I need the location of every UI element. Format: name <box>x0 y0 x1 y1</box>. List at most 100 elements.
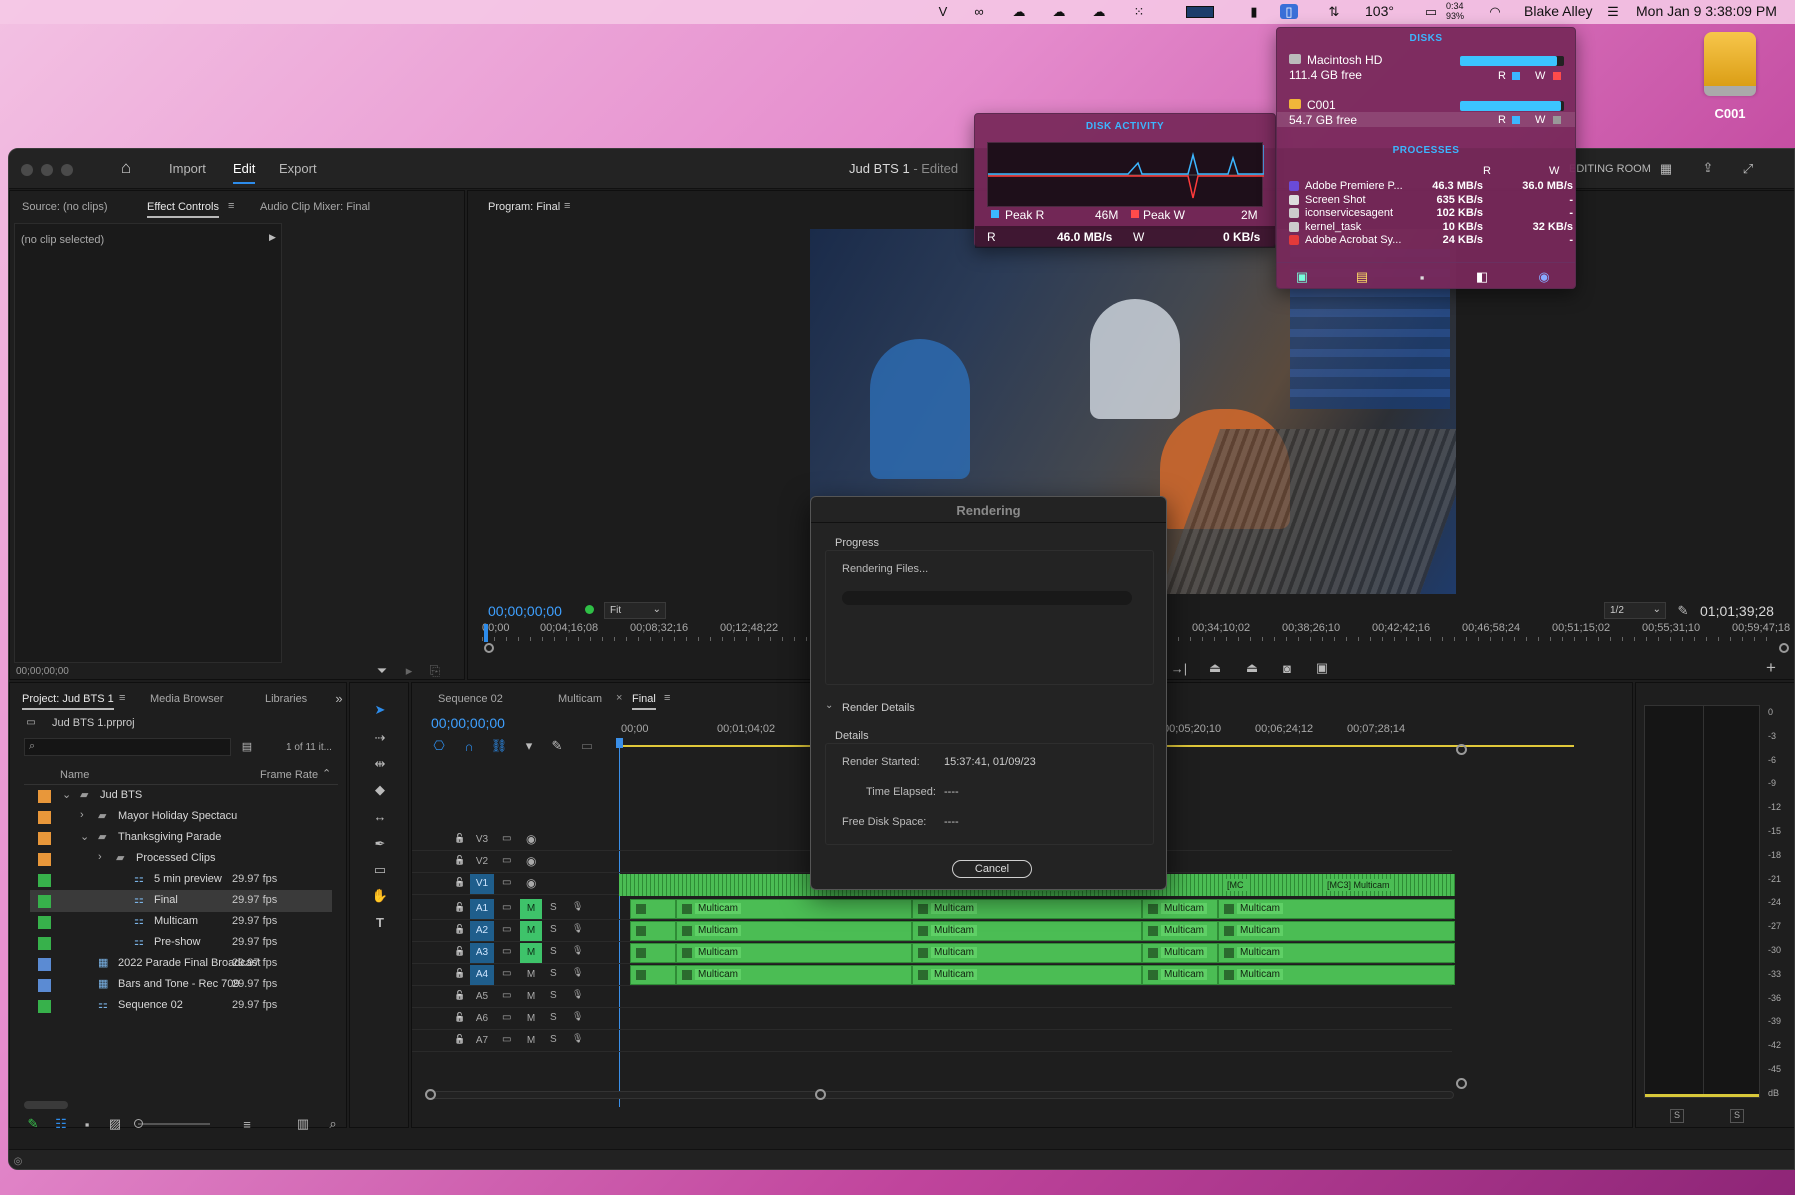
linked-selection-icon[interactable]: ⛓ <box>490 737 508 755</box>
mute-button[interactable]: M <box>520 943 542 963</box>
voice-over-mic-icon[interactable]: 🎙 <box>572 967 583 978</box>
sync-lock-icon[interactable]: ▭ <box>502 1034 511 1045</box>
snap-magnet-icon[interactable]: ∩ <box>460 737 478 755</box>
track-target[interactable]: A3 <box>470 943 494 963</box>
panel-menu-icon[interactable]: ≡ <box>228 200 234 212</box>
playhead-handle[interactable] <box>616 738 623 748</box>
sync-lock-icon[interactable]: ▭ <box>502 1012 511 1023</box>
workspace-label[interactable]: EDITING ROOM <box>1569 163 1651 175</box>
audio-clip[interactable]: Multicam <box>676 899 912 919</box>
memory-icon[interactable]: ▮ <box>1245 4 1263 19</box>
cloud-sync-icon[interactable]: ☁ <box>1010 4 1028 19</box>
disk-activity-icon[interactable]: ▯ <box>1280 4 1298 19</box>
sync-lock-icon[interactable]: ▭ <box>502 833 511 844</box>
audio-clip[interactable] <box>630 899 676 919</box>
solo-button[interactable]: S <box>550 1034 557 1045</box>
zoom-window-button[interactable] <box>61 164 73 176</box>
project-item-row[interactable]: ⚏ Final 29.97 fps <box>30 890 332 912</box>
audio-clip[interactable]: Multicam <box>676 921 912 941</box>
track-target[interactable]: A5 <box>470 987 494 1007</box>
share-icon[interactable]: ⇪ <box>1699 159 1717 177</box>
v1-clip-label[interactable]: [MC <box>1224 879 1247 891</box>
tab-libraries[interactable]: Libraries <box>265 693 307 705</box>
track-lock-icon[interactable]: 🔓 <box>454 855 465 866</box>
istat-icon[interactable]: ◉ <box>1535 268 1553 286</box>
add-button-icon[interactable]: + <box>1762 658 1780 677</box>
mute-button[interactable]: M <box>520 987 542 1007</box>
track-lock-icon[interactable]: 🔓 <box>454 1012 465 1023</box>
captions-icon[interactable]: ▭ <box>578 737 596 755</box>
voice-over-mic-icon[interactable]: 🎙 <box>572 989 583 1000</box>
play-only-icon[interactable]: ▸ <box>400 662 418 680</box>
vscroll-handle-bottom[interactable] <box>1456 1078 1467 1089</box>
track-lock-icon[interactable]: 🔓 <box>454 833 465 844</box>
find-icon[interactable]: ⌕ <box>324 1115 342 1133</box>
mute-button[interactable]: M <box>520 921 542 941</box>
project-hscroll[interactable] <box>24 1101 68 1109</box>
desktop-drive[interactable]: C001 <box>1693 32 1767 122</box>
track-lock-icon[interactable]: 🔓 <box>454 946 465 957</box>
export-frame-icon[interactable]: ⎘ <box>426 662 444 680</box>
solo-button[interactable]: S <box>550 902 557 913</box>
disk-utility-icon[interactable]: ◧ <box>1473 268 1491 286</box>
project-item-row[interactable]: › ▰ Processed Clips <box>30 848 332 870</box>
hscroll-handle-left[interactable] <box>425 1089 436 1100</box>
solo-button[interactable]: S <box>550 924 557 935</box>
project-item-row[interactable]: › ▰ Mayor Holiday Spectacu <box>30 806 332 828</box>
workspaces-icon[interactable]: ▦ <box>1657 160 1675 178</box>
voice-over-mic-icon[interactable]: 🎙 <box>572 923 583 934</box>
audio-clip[interactable] <box>630 943 676 963</box>
new-bin-icon[interactable]: ▤ <box>238 737 256 755</box>
render-details-toggle[interactable]: Render Details <box>842 702 915 714</box>
audio-clip[interactable]: Multicam <box>912 899 1142 919</box>
extract-icon[interactable]: ⏏ <box>1243 659 1261 677</box>
audio-clip[interactable]: Multicam <box>1218 921 1455 941</box>
project-item-row[interactable]: ⚏ Multicam 29.97 fps <box>30 911 332 933</box>
playhead-program[interactable] <box>484 624 488 642</box>
label-color-swatch[interactable] <box>38 937 51 950</box>
column-frame-rate[interactable]: Frame Rate <box>260 769 318 781</box>
fullscreen-icon[interactable]: ⤢ <box>1739 160 1757 178</box>
sort-ascending-icon[interactable]: ⌃ <box>322 767 331 780</box>
track-lock-icon[interactable]: 🔓 <box>454 902 465 913</box>
audio-clip[interactable] <box>630 921 676 941</box>
column-name[interactable]: Name <box>60 769 89 781</box>
sync-lock-icon[interactable]: ▭ <box>502 968 511 979</box>
voice-over-mic-icon[interactable]: 🎙 <box>572 1011 583 1022</box>
timeline-timecode[interactable]: 00;00;00;00 <box>431 715 505 731</box>
voice-over-mic-icon[interactable]: 🎙 <box>572 1033 583 1044</box>
user-name[interactable]: Blake Alley <box>1524 3 1592 19</box>
track-target[interactable]: A1 <box>470 899 494 919</box>
sync-lock-icon[interactable]: ▭ <box>502 877 511 888</box>
control-center-icon[interactable]: ☰ <box>1604 4 1622 19</box>
close-tab-icon[interactable]: × <box>616 692 622 704</box>
project-search-input[interactable]: ⌕ <box>24 738 231 756</box>
disclosure-open-icon[interactable]: ⌄ <box>80 830 89 843</box>
audio-clip[interactable] <box>630 965 676 985</box>
zoom-handle-left[interactable] <box>484 643 494 653</box>
mute-button[interactable]: M <box>520 1031 542 1051</box>
toggle-visibility-eye-icon[interactable]: ◉ <box>526 876 536 890</box>
project-item-row[interactable]: ⌄ ▰ Thanksgiving Parade <box>30 827 332 849</box>
toggle-visibility-eye-icon[interactable]: ◉ <box>526 832 536 846</box>
track-lock-icon[interactable]: 🔓 <box>454 924 465 935</box>
more-panels-icon[interactable]: » <box>330 689 348 707</box>
mute-button[interactable]: M <box>520 965 542 985</box>
go-to-out-icon[interactable]: →| <box>1170 659 1188 677</box>
mute-button[interactable]: M <box>520 1009 542 1029</box>
track-target[interactable]: A4 <box>470 965 494 985</box>
resolution-select[interactable]: 1/2 ⌄ <box>1604 602 1666 619</box>
project-item-row[interactable]: ▦ 2022 Parade Final Broadcast 29.97 fps <box>30 953 332 975</box>
cpu-graph-icon[interactable] <box>1170 4 1230 19</box>
label-color-swatch[interactable] <box>38 958 51 971</box>
project-item-row[interactable]: ⚏ Sequence 02 29.97 fps <box>30 995 332 1017</box>
nest-icon[interactable]: ⎔ <box>430 737 448 755</box>
console-icon[interactable]: ▤ <box>1353 268 1371 286</box>
disclosure-closed-icon[interactable]: › <box>98 851 102 863</box>
vscroll-handle-top[interactable] <box>1456 744 1467 755</box>
track-lock-icon[interactable]: 🔓 <box>454 877 465 888</box>
wrench-icon[interactable]: ✎ <box>1674 602 1692 620</box>
nav-export[interactable]: Export <box>279 161 317 176</box>
zoom-slider[interactable] <box>134 1119 210 1128</box>
nav-import[interactable]: Import <box>169 161 206 176</box>
